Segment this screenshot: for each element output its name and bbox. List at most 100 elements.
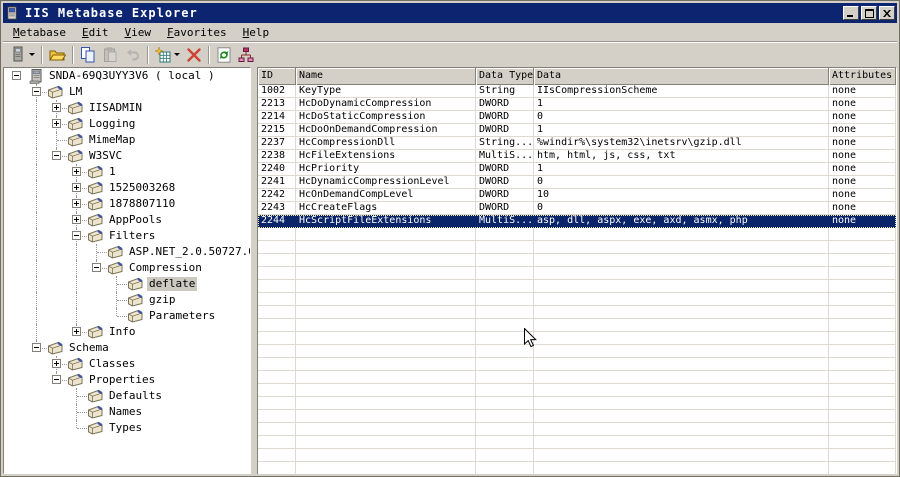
undo-button[interactable] bbox=[121, 44, 144, 66]
tree-expander-minus-icon[interactable] bbox=[52, 375, 61, 384]
table-row-2242[interactable]: 2242 HcOnDemandCompLevel DWORD 10 none bbox=[258, 189, 896, 202]
tree-node-classes[interactable]: Classes bbox=[4, 356, 250, 372]
menu-item-help[interactable]: Help bbox=[235, 24, 278, 41]
tree-expander-plus-icon[interactable] bbox=[72, 183, 81, 192]
tree-node-1[interactable]: 1 bbox=[4, 164, 250, 180]
tree-expander-minus-icon[interactable] bbox=[72, 231, 81, 240]
column-header-id[interactable]: ID bbox=[258, 68, 296, 85]
open-button[interactable] bbox=[46, 44, 69, 66]
cell-empty bbox=[258, 410, 296, 423]
menu-item-edit[interactable]: Edit bbox=[74, 24, 117, 41]
tree-node-label: Names bbox=[109, 405, 143, 418]
cell-empty bbox=[296, 241, 476, 254]
tree-expander-plus-icon[interactable] bbox=[72, 167, 81, 176]
table-row-2213[interactable]: 2213 HcDoDynamicCompression DWORD 1 none bbox=[258, 98, 896, 111]
tree-expander-minus-icon[interactable] bbox=[52, 151, 61, 160]
tree-expander-minus-icon[interactable] bbox=[92, 263, 101, 272]
tree-node-gzip[interactable]: gzip bbox=[4, 292, 250, 308]
tree-node-properties[interactable]: Properties bbox=[4, 372, 250, 388]
dropdown-caret-icon[interactable] bbox=[29, 53, 35, 56]
app-window: IIS Metabase Explorer Metabase Edit View Fa… bbox=[0, 0, 900, 477]
table-row-empty bbox=[258, 280, 896, 293]
menu-item-favorites[interactable]: Favorites bbox=[159, 24, 235, 41]
cell-empty bbox=[476, 371, 534, 384]
copy-icon bbox=[80, 46, 96, 63]
tree-expander-minus-icon[interactable] bbox=[32, 343, 41, 352]
connect-server-button[interactable] bbox=[7, 44, 38, 66]
key-icon bbox=[87, 229, 104, 243]
tree-node-label: Filters bbox=[109, 229, 156, 242]
table-row-2243[interactable]: 2243 HcCreateFlags DWORD 0 none bbox=[258, 202, 896, 215]
cell-empty bbox=[829, 267, 896, 280]
tree-node-defaults[interactable]: Defaults bbox=[4, 388, 250, 404]
tree-node-info[interactable]: Info bbox=[4, 324, 250, 340]
cell-empty bbox=[258, 449, 296, 462]
key-icon bbox=[67, 133, 84, 147]
tree-node-1878807110[interactable]: 1878807110 bbox=[4, 196, 250, 212]
tree-expander-plus-icon[interactable] bbox=[72, 327, 81, 336]
tree-node-filters[interactable]: Filters bbox=[4, 228, 250, 244]
tree-node-logging[interactable]: Logging bbox=[4, 116, 250, 132]
menu-item-view[interactable]: View bbox=[116, 24, 159, 41]
table-row-1002[interactable]: 1002 KeyType String IIsCompressionScheme non… bbox=[258, 85, 896, 98]
table-row-2214[interactable]: 2214 HcDoStaticCompression DWORD 0 none bbox=[258, 111, 896, 124]
cell-empty bbox=[258, 345, 296, 358]
tree-node-compression[interactable]: Compression bbox=[4, 260, 250, 276]
tree-node-snda-69q3uyy3v6-local[interactable]: SNDA-69Q3UYY3V6 ( local ) bbox=[4, 68, 250, 84]
column-header-data-type[interactable]: Data Type bbox=[476, 68, 534, 85]
tree-node-w3svc[interactable]: W3SVC bbox=[4, 148, 250, 164]
cell-empty bbox=[829, 410, 896, 423]
table-row-2237[interactable]: 2237 HcCompressionDll String... %windir%\sy… bbox=[258, 137, 896, 150]
tree-node-parameters[interactable]: Parameters bbox=[4, 308, 250, 324]
column-header-name[interactable]: Name bbox=[296, 68, 476, 85]
tree-expander-plus-icon[interactable] bbox=[52, 119, 61, 128]
table-row-2240[interactable]: 2240 HcPriority DWORD 1 none bbox=[258, 163, 896, 176]
tree-expander-minus-icon[interactable] bbox=[12, 71, 21, 80]
cell-empty bbox=[296, 319, 476, 332]
cell-id: 2241 bbox=[258, 176, 296, 189]
view-tree-button[interactable] bbox=[235, 44, 257, 66]
refresh-button[interactable] bbox=[213, 44, 235, 66]
menu-item-metabase[interactable]: Metabase bbox=[5, 24, 74, 41]
tree-node-schema[interactable]: Schema bbox=[4, 340, 250, 356]
table-row-2238[interactable]: 2238 HcFileExtensions MultiS... htm, html, … bbox=[258, 150, 896, 163]
tree-node-names[interactable]: Names bbox=[4, 404, 250, 420]
table-row-2241[interactable]: 2241 HcDynamicCompressionLevel DWORD 0 none bbox=[258, 176, 896, 189]
dropdown-caret-icon[interactable] bbox=[174, 53, 180, 56]
maximize-button[interactable] bbox=[861, 6, 877, 20]
table-row-2244[interactable]: 2244 HcScriptFileExtensions MultiS... asp, … bbox=[258, 215, 896, 228]
key-icon bbox=[127, 277, 144, 291]
column-header-data[interactable]: Data bbox=[534, 68, 829, 85]
paste-button[interactable] bbox=[99, 44, 121, 66]
new-key-button[interactable] bbox=[152, 44, 183, 66]
cell-empty bbox=[534, 319, 829, 332]
key-icon bbox=[87, 389, 104, 403]
tree-node-label: IISADMIN bbox=[89, 101, 142, 114]
key-icon bbox=[67, 101, 84, 115]
tree-expander-minus-icon[interactable] bbox=[32, 87, 41, 96]
tree-node-lm[interactable]: LM bbox=[4, 84, 250, 100]
tree-node-label: ASP.NET_2.0.50727.0 bbox=[129, 245, 251, 258]
tree-node-1525003268[interactable]: 1525003268 bbox=[4, 180, 250, 196]
tree-expander-plus-icon[interactable] bbox=[72, 199, 81, 208]
tree-node-asp-net-2-0-50727-0[interactable]: ASP.NET_2.0.50727.0 bbox=[4, 244, 250, 260]
cell-empty bbox=[296, 384, 476, 397]
minimize-button[interactable] bbox=[843, 6, 859, 20]
tree-node-label: 1 bbox=[109, 165, 116, 178]
tree-node-iisadmin[interactable]: IISADMIN bbox=[4, 100, 250, 116]
tree-expander-plus-icon[interactable] bbox=[52, 103, 61, 112]
tree-node-apppools[interactable]: AppPools bbox=[4, 212, 250, 228]
cell-empty bbox=[476, 319, 534, 332]
tree-expander-plus-icon[interactable] bbox=[72, 215, 81, 224]
cell-empty bbox=[829, 293, 896, 306]
table-row-2215[interactable]: 2215 HcDoOnDemandCompression DWORD 1 none bbox=[258, 124, 896, 137]
tree-node-mimemap[interactable]: MimeMap bbox=[4, 132, 250, 148]
column-header-attributes[interactable]: Attributes bbox=[829, 68, 896, 85]
cell-data: 1 bbox=[534, 163, 829, 176]
delete-button[interactable] bbox=[183, 44, 205, 66]
tree-node-deflate[interactable]: deflate bbox=[4, 276, 250, 292]
copy-button[interactable] bbox=[77, 44, 99, 66]
close-button[interactable] bbox=[879, 6, 895, 20]
tree-expander-plus-icon[interactable] bbox=[52, 359, 61, 368]
tree-node-types[interactable]: Types bbox=[4, 420, 250, 436]
